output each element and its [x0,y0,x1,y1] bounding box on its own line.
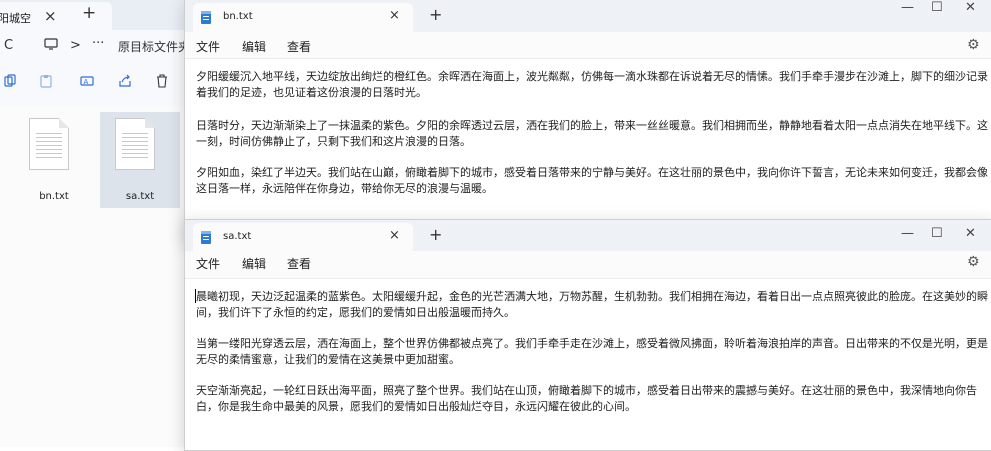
notepad-icon [201,11,211,24]
text-paragraph: 夕阳缓缓沉入地平线，天边绽放出绚烂的橙红色。余晖洒在海面上，波光粼粼，仿佛每一滴… [196,70,988,99]
delete-icon[interactable] [156,74,168,92]
copy-icon[interactable] [4,74,16,92]
refresh-icon[interactable]: C [4,38,13,53]
file-name: bn.txt [39,191,69,202]
menu-file[interactable]: 文件 [196,255,220,272]
new-tab-icon[interactable]: + [429,225,442,244]
minimize-icon[interactable]: — [901,226,914,241]
text-paragraph: 天空渐渐亮起，一轮红日跃出海平面，照亮了整个世界。我们站在山顶，俯瞰着脚下的城市… [196,384,977,413]
menu-bar: 文件 编辑 查看 ⚙ [185,34,991,58]
close-icon[interactable]: ✕ [965,0,976,15]
monitor-icon[interactable] [44,37,58,55]
text-paragraph: 当第一缕阳光穿透云层，洒在海面上，整个世界仿佛都被点亮了。我们手牵手走在沙滩上，… [196,337,988,366]
breadcrumb-path[interactable]: 原目标文件夹 [118,38,190,55]
close-tab-icon[interactable]: × [389,8,400,23]
tab-bar: bn.txt × + — ☐ ✕ [185,0,991,32]
tab-bar: sa.txt × + — ☐ ✕ [185,220,991,252]
maximize-icon[interactable]: ☐ [931,0,943,15]
new-tab-icon[interactable]: + [429,5,442,24]
svg-text:A: A [84,78,89,86]
menu-edit[interactable]: 编辑 [242,38,266,55]
text-editor[interactable]: 夕阳缓缓沉入地平线，天边绽放出绚烂的橙红色。余晖洒在海面上，波光粼粼，仿佛每一滴… [185,58,991,240]
menu-view[interactable]: 查看 [287,255,311,272]
close-icon[interactable]: × [44,7,57,25]
paste-icon[interactable] [40,74,52,92]
file-explorer-window: 阳城空 × + C > ··· 原目标文件夹 A bn.txt sa.txt [0,0,200,447]
explorer-tab-title: 阳城空 [0,12,31,25]
file-item-sa[interactable]: sa.txt [100,112,180,208]
text-editor[interactable]: 晨曦初现，天边泛起温柔的蓝紫色。太阳缓缓升起，金色的光芒洒满大地，万物苏醒，生机… [185,278,991,450]
minimize-icon[interactable]: — [901,0,914,15]
file-item-bn[interactable]: bn.txt [14,112,94,208]
tab-title: sa.txt [223,231,252,242]
explorer-tab-bar: 阳城空 × + [0,0,200,30]
share-icon[interactable] [118,74,132,92]
settings-gear-icon[interactable]: ⚙ [967,37,980,53]
more-icon[interactable]: ··· [92,36,104,51]
close-tab-icon[interactable]: × [389,228,400,243]
menu-file[interactable]: 文件 [196,38,220,55]
file-list: bn.txt sa.txt [0,106,200,447]
explorer-address-bar: C > ··· 原目标文件夹 [0,30,200,62]
settings-gear-icon[interactable]: ⚙ [967,254,980,270]
rename-icon[interactable]: A [80,74,94,92]
tab-sa[interactable]: sa.txt × [193,223,413,252]
close-icon[interactable]: ✕ [965,226,976,241]
text-file-icon [29,118,69,170]
text-file-icon [115,118,155,170]
notepad-window-bn: bn.txt × + — ☐ ✕ 文件 编辑 查看 ⚙ 夕阳缓缓沉入地平线，天边… [184,0,991,241]
notepad-window-sa: sa.txt × + — ☐ ✕ 文件 编辑 查看 ⚙ 晨曦初现，天边泛起温柔的… [184,219,991,451]
explorer-toolbar: A [0,62,200,107]
notepad-icon [201,231,211,244]
tab-title: bn.txt [223,11,253,22]
tab-bn[interactable]: bn.txt × [193,3,413,32]
text-paragraph: 日落时分，天边渐渐染上了一抹温柔的紫色。夕阳的余晖透过云层，洒在我们的脸上，带来… [196,119,988,148]
menu-bar: 文件 编辑 查看 ⚙ [185,251,991,275]
maximize-icon[interactable]: ☐ [931,226,943,241]
text-paragraph: 夕阳如血，染红了半边天。我们站在山巅，俯瞰着脚下的城市，感受着日落带来的宁静与美… [196,166,988,195]
menu-edit[interactable]: 编辑 [242,255,266,272]
new-tab-icon[interactable]: + [82,3,96,23]
file-name: sa.txt [125,191,155,202]
text-paragraph: 晨曦初现，天边泛起温柔的蓝紫色。太阳缓缓升起，金色的光芒洒满大地，万物苏醒，生机… [196,290,988,319]
breadcrumb-separator: > [70,38,81,53]
menu-view[interactable]: 查看 [287,38,311,55]
